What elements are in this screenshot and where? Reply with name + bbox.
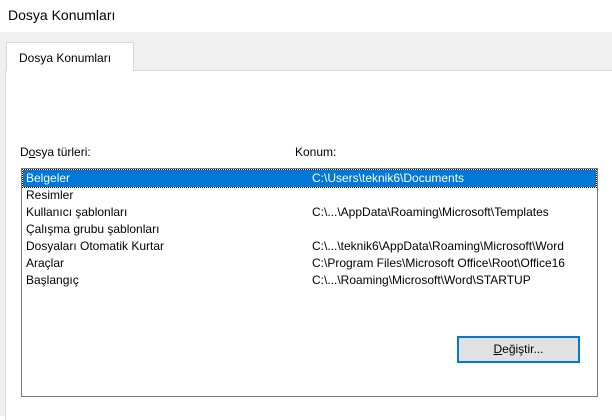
file-type-name: Dosyaları Otomatik Kurtar — [26, 239, 165, 253]
file-type-name: Başlangıç — [26, 273, 79, 287]
modify-button[interactable]: Değiştir... — [457, 336, 580, 363]
tab-file-locations[interactable]: Dosya Konumları — [6, 42, 134, 71]
file-type-name: Araçlar — [26, 256, 65, 270]
file-location-path: C:\...\AppData\Roaming\Microsoft\Templat… — [312, 205, 549, 219]
file-type-name: Belgeler — [26, 171, 71, 185]
list-item[interactable]: Araçlar C:\Program Files\Microsoft Offic… — [23, 255, 596, 272]
list-item[interactable]: Başlangıç C:\...\Roaming\Microsoft\Word\… — [23, 272, 596, 289]
location-column-label: Konum: — [295, 145, 337, 159]
list-item[interactable]: Dosyaları Otomatik Kurtar C:\...\teknik6… — [23, 238, 596, 255]
file-type-name: Çalışma grubu şablonları — [26, 222, 160, 236]
file-location-path: C:\...\teknik6\AppData\Roaming\Microsoft… — [312, 239, 564, 253]
mnemonic-underline: D — [493, 342, 503, 356]
tab-strip: Dosya Konumları — [0, 32, 612, 71]
tab-panel: Dosya türleri: Konum: Belgeler C:\Users\… — [5, 70, 612, 420]
list-item[interactable]: Çalışma grubu şablonları — [23, 221, 596, 238]
tab-label: Dosya Konumları — [19, 51, 112, 65]
list-item[interactable]: Belgeler C:\Users\teknik6\Documents — [22, 169, 597, 188]
list-item[interactable]: Kullanıcı şablonları C:\...\AppData\Roam… — [23, 204, 596, 221]
file-location-path: C:\Program Files\Microsoft Office\Root\O… — [312, 256, 565, 270]
title-bar: Dosya Konumları — [0, 0, 612, 32]
file-type-name: Kullanıcı şablonları — [26, 205, 128, 219]
file-location-path: C:\...\Roaming\Microsoft\Word\STARTUP — [312, 273, 531, 287]
window-title: Dosya Konumları — [8, 7, 116, 23]
file-type-name: Resimler — [26, 188, 74, 202]
file-location-path: C:\Users\teknik6\Documents — [312, 171, 465, 185]
file-types-column-label: Dosya türleri: — [20, 145, 91, 159]
list-item[interactable]: Resimler — [23, 187, 596, 204]
